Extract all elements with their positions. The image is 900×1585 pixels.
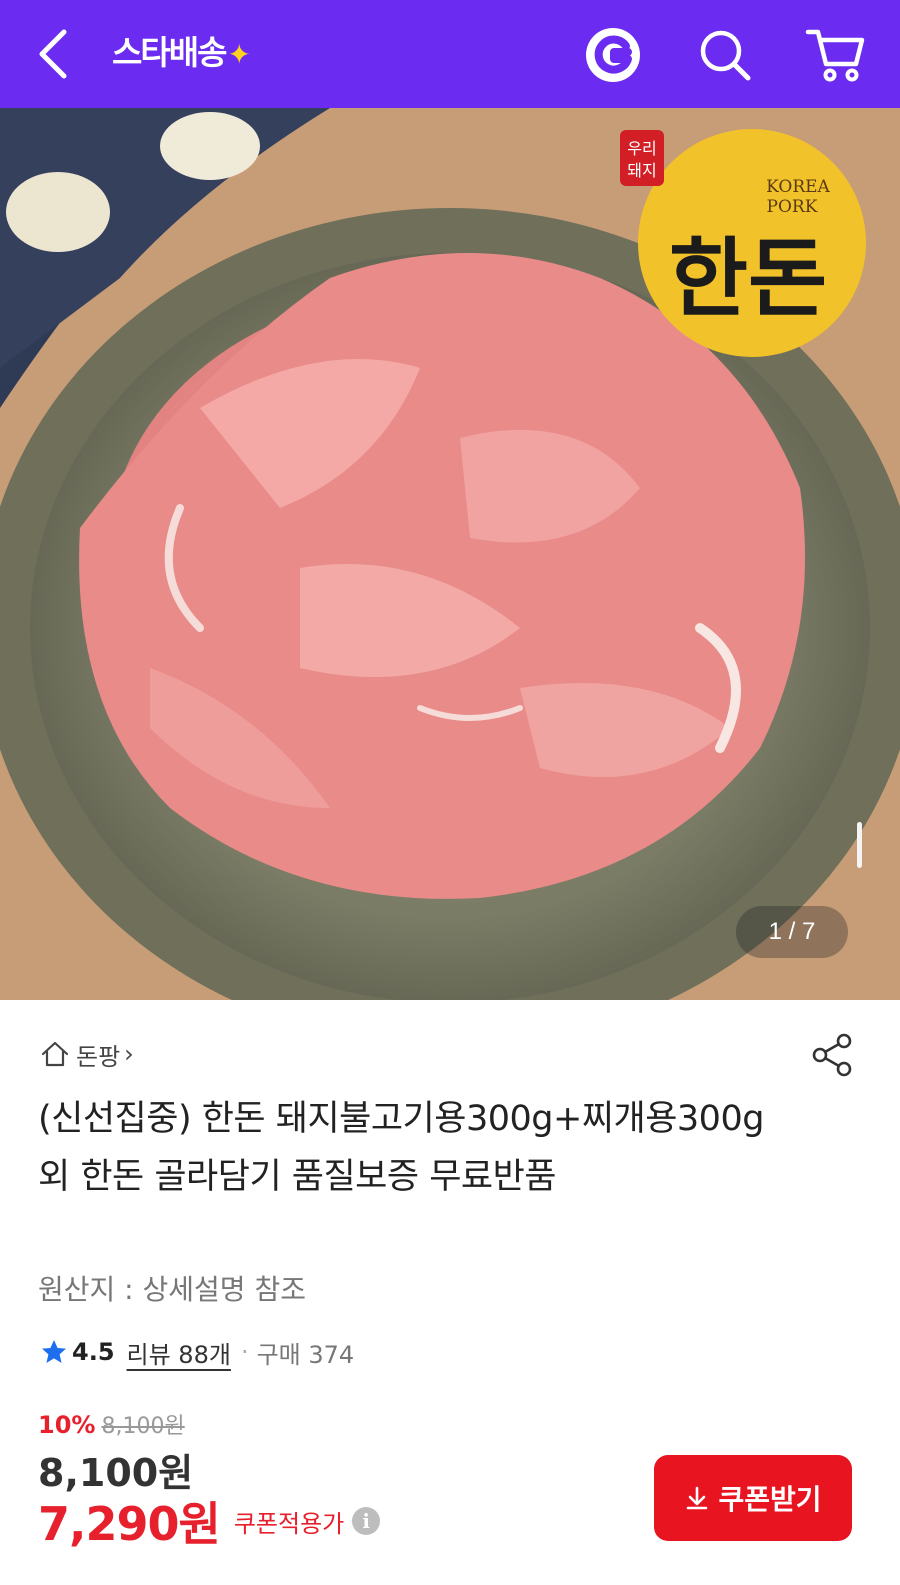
- store-name: 돈팡: [76, 1042, 121, 1071]
- product-title: (신선집중) 한돈 돼지불고기용300g+찌개용300g 외 한돈 골라담기 품…: [38, 1099, 764, 1197]
- origin-info: 원산지 : 상세설명 참조: [38, 1273, 306, 1306]
- coupon-price-label: 쿠폰적용가: [233, 1509, 345, 1538]
- badge-line1: 우리: [627, 139, 656, 158]
- discount-percent: 10%: [38, 1411, 96, 1439]
- scrollbar-thumb[interactable]: [857, 822, 862, 868]
- brand-ko: 한돈: [669, 229, 827, 329]
- sparkle-icon: ✦: [227, 38, 251, 71]
- coupon-price-row: 7,290원 쿠폰적용가 i: [38, 1488, 381, 1554]
- purchase-count: 구매 374: [256, 1340, 355, 1369]
- get-coupon-button[interactable]: 쿠폰받기: [654, 1455, 852, 1541]
- rating-value: 4.5: [72, 1338, 115, 1366]
- star-delivery-logo[interactable]: 스타배송✦: [112, 28, 251, 78]
- image-counter: 1 / 7: [736, 906, 848, 958]
- chevron-right-icon: ›: [124, 1040, 134, 1068]
- share-icon[interactable]: [810, 1032, 856, 1078]
- get-coupon-label: 쿠폰받기: [718, 1484, 822, 1515]
- product-image-gallery[interactable]: 우리 돼지 KOREA PORK 한돈: [0, 108, 900, 1000]
- original-price: 8,100원: [101, 1414, 185, 1439]
- separator-dot: ·: [240, 1338, 249, 1366]
- discount-row: 10% 8,100원: [38, 1408, 185, 1440]
- g-logo-icon[interactable]: [584, 26, 642, 84]
- info-icon[interactable]: i: [352, 1507, 381, 1535]
- logo-text: 스타배송: [112, 33, 227, 72]
- brand-en-1: KOREA: [766, 177, 830, 197]
- badge-line2: 돼지: [627, 161, 656, 180]
- product-photo: 우리 돼지 KOREA PORK 한돈: [0, 108, 900, 1000]
- top-app-bar: 스타배송✦: [0, 0, 900, 108]
- cart-icon[interactable]: [804, 24, 868, 84]
- chevron-left-icon[interactable]: [30, 24, 82, 84]
- home-icon: [41, 1041, 69, 1067]
- coupon-price: 7,290원: [38, 1497, 221, 1551]
- search-icon[interactable]: [696, 26, 754, 84]
- review-link[interactable]: 리뷰 88개: [127, 1335, 231, 1370]
- download-icon: [687, 1486, 708, 1510]
- star-icon: [42, 1340, 66, 1363]
- rating-row: 4.5 리뷰 88개 · 구매 374: [40, 1334, 354, 1370]
- store-link[interactable]: 돈팡 ›: [40, 1036, 134, 1072]
- brand-en-2: PORK: [767, 197, 818, 217]
